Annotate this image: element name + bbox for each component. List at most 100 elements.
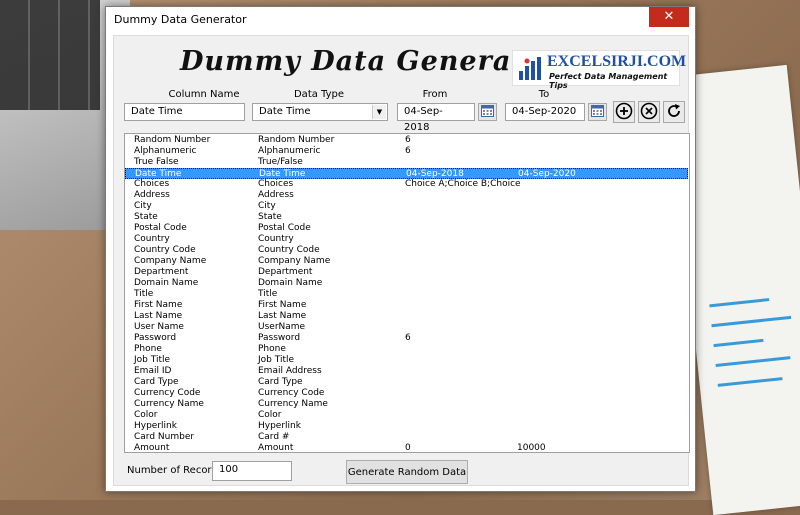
list-cell-column-name: Hyperlink — [134, 421, 177, 431]
list-cell-column-name: State — [134, 212, 158, 222]
list-item[interactable]: Postal Code Postal Code — [125, 223, 688, 234]
list-cell-data-type: True/False — [258, 157, 303, 167]
column-name-input[interactable]: Date Time — [124, 103, 245, 121]
list-cell-data-type: Postal Code — [258, 223, 311, 233]
records-input[interactable]: 100 — [212, 461, 292, 481]
list-cell-from: 6 — [405, 333, 411, 343]
list-cell-column-name: Card Number — [134, 432, 195, 442]
list-cell-data-type: Country Code — [258, 245, 320, 255]
close-button[interactable]: ✕ — [649, 7, 689, 27]
list-item[interactable]: Last Name Last Name — [125, 311, 688, 322]
to-label: To — [538, 89, 550, 100]
list-cell-data-type: Choices — [258, 179, 294, 189]
background-keyboard — [0, 0, 100, 110]
remove-button[interactable] — [638, 101, 660, 123]
from-calendar-button[interactable] — [478, 103, 497, 121]
list-cell-column-name: Alphanumeric — [134, 146, 197, 156]
column-name-label: Column Name — [168, 89, 240, 100]
list-cell-column-name: Country Code — [134, 245, 196, 255]
list-item[interactable]: Country Code Country Code — [125, 245, 688, 256]
list-item[interactable]: User Name UserName — [125, 322, 688, 333]
list-cell-data-type: Color — [258, 410, 282, 420]
form-body: Dummy Data Generator EXCELSIRJI.COM Perf… — [113, 35, 690, 486]
list-item[interactable]: First Name First Name — [125, 300, 688, 311]
list-item[interactable]: Password Password 6 — [125, 333, 688, 344]
list-cell-column-name: Job Title — [134, 355, 171, 365]
to-calendar-button[interactable] — [588, 103, 607, 121]
list-item[interactable]: Card Number Card # — [125, 432, 688, 443]
list-item[interactable]: Currency Name Currency Name — [125, 399, 688, 410]
list-cell-column-name: Choices — [134, 179, 170, 189]
list-cell-column-name: First Name — [134, 300, 183, 310]
list-cell-column-name: Currency Name — [134, 399, 204, 409]
list-cell-column-name: Phone — [134, 344, 162, 354]
list-cell-to: 10000 — [517, 443, 546, 453]
refresh-icon — [668, 104, 680, 117]
list-item[interactable]: Choices Choices Choice A;Choice B;Choice — [125, 179, 688, 190]
list-item[interactable]: Email ID Email Address — [125, 366, 688, 377]
list-cell-column-name: True False — [134, 157, 179, 167]
list-cell-data-type: Alphanumeric — [258, 146, 321, 156]
list-item[interactable]: Alphanumeric Alphanumeric 6 — [125, 146, 688, 157]
list-cell-column-name: Address — [134, 190, 170, 200]
from-date-input[interactable]: 04-Sep-2018 — [397, 103, 475, 133]
list-item[interactable]: State State — [125, 212, 688, 223]
list-cell-data-type: Currency Code — [258, 388, 325, 398]
list-cell-data-type: Card # — [258, 432, 290, 442]
list-cell-data-type: Address — [258, 190, 294, 200]
list-cell-column-name: Currency Code — [134, 388, 201, 398]
list-item[interactable]: True False True/False — [125, 157, 688, 168]
refresh-button[interactable] — [663, 101, 685, 123]
data-type-label: Data Type — [293, 89, 345, 100]
data-type-value: Date Time — [259, 106, 311, 117]
list-cell-data-type: Country — [258, 234, 294, 244]
list-item[interactable]: City City — [125, 201, 688, 212]
list-item[interactable]: Amount Amount 0 10000 — [125, 443, 688, 453]
list-item[interactable]: Card Type Card Type — [125, 377, 688, 388]
list-cell-column-name: Title — [134, 289, 154, 299]
list-item[interactable]: Department Department — [125, 267, 688, 278]
app-heading: Dummy Data Generator — [180, 46, 560, 77]
generate-random-data-button[interactable]: Generate Random Data — [346, 460, 468, 484]
list-item[interactable]: Country Country — [125, 234, 688, 245]
list-item[interactable]: Hyperlink Hyperlink — [125, 421, 688, 432]
list-cell-data-type: Email Address — [258, 366, 322, 376]
list-cell-data-type: Domain Name — [258, 278, 323, 288]
list-cell-column-name: Amount — [134, 443, 170, 453]
list-item[interactable]: Color Color — [125, 410, 688, 421]
add-button[interactable] — [613, 101, 635, 123]
window-title: Dummy Data Generator — [114, 13, 247, 26]
logo-text: EXCELSIRJI.COM — [547, 53, 687, 70]
list-cell-data-type: Amount — [258, 443, 294, 453]
list-cell-column-name: Color — [134, 410, 158, 420]
list-cell-from: 6 — [405, 135, 411, 145]
list-cell-column-name: Password — [134, 333, 177, 343]
list-cell-data-type: Random Number — [258, 135, 335, 145]
list-item[interactable]: Company Name Company Name — [125, 256, 688, 267]
list-cell-column-name: Last Name — [134, 311, 183, 321]
list-item[interactable]: Job Title Job Title — [125, 355, 688, 366]
list-item[interactable]: Domain Name Domain Name — [125, 278, 688, 289]
list-item[interactable]: Address Address — [125, 190, 688, 201]
chevron-down-icon[interactable]: ▼ — [372, 105, 386, 119]
list-cell-data-type: Title — [258, 289, 278, 299]
list-cell-column-name: Domain Name — [134, 278, 199, 288]
list-cell-column-name: Card Type — [134, 377, 179, 387]
close-icon: ✕ — [663, 9, 675, 24]
calendar-icon — [591, 104, 604, 117]
list-cell-column-name: Company Name — [134, 256, 207, 266]
list-item[interactable]: Date Time Date Time 04-Sep-2018 04-Sep-2020 — [125, 168, 688, 179]
x-circle-icon — [640, 102, 658, 120]
column-list[interactable]: Random Number Random Number 6 Alphanumeric A… — [124, 133, 690, 453]
list-cell-column-name: City — [134, 201, 152, 211]
list-item[interactable]: Title Title — [125, 289, 688, 300]
to-date-input[interactable]: 04-Sep-2020 — [505, 103, 585, 121]
list-item[interactable]: Currency Code Currency Code — [125, 388, 688, 399]
plus-circle-icon — [615, 102, 633, 120]
calendar-icon — [481, 104, 494, 117]
list-cell-data-type: City — [258, 201, 276, 211]
list-item[interactable]: Phone Phone — [125, 344, 688, 355]
data-type-select[interactable]: Date Time ▼ — [252, 103, 388, 121]
list-cell-column-name: Postal Code — [134, 223, 187, 233]
list-item[interactable]: Random Number Random Number 6 — [125, 135, 688, 146]
